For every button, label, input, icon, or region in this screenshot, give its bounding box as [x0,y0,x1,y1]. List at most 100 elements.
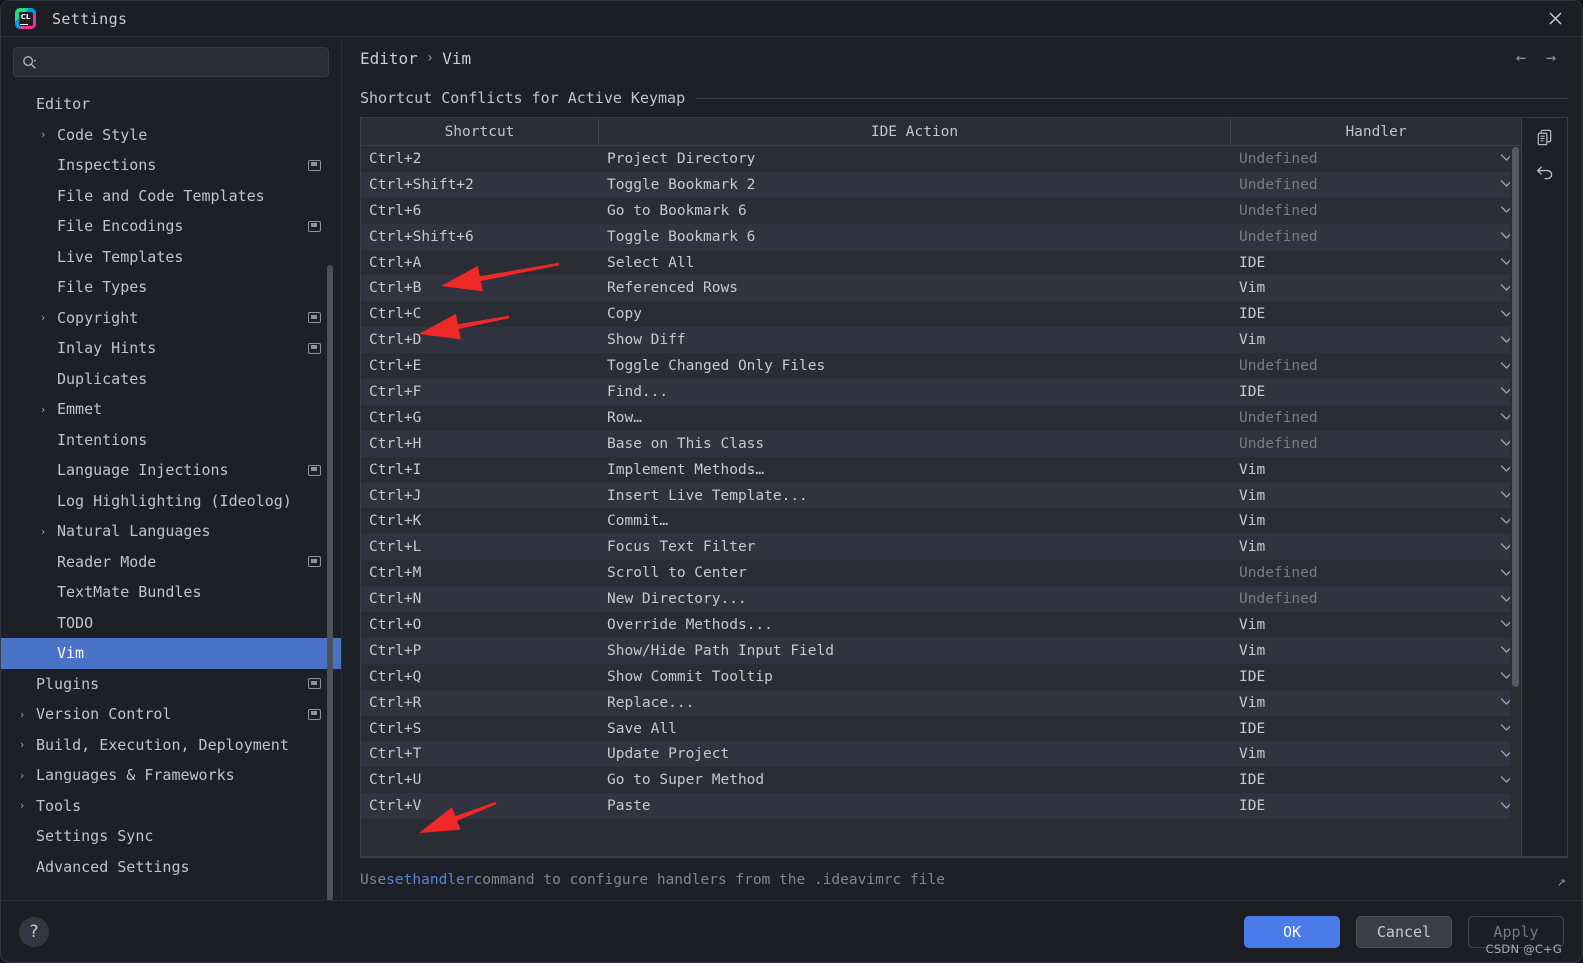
cell-handler[interactable]: Undefined [1231,358,1521,374]
sethandler-link[interactable]: sethandler [386,872,473,888]
chevron-right-icon[interactable]: › [33,525,53,538]
sidebar-item-duplicates[interactable]: ›Duplicates [1,364,341,395]
chevron-right-icon[interactable]: › [12,738,32,751]
cell-handler[interactable]: IDE [1231,669,1521,685]
cell-handler[interactable]: IDE [1231,772,1521,788]
sidebar-item-copyright[interactable]: › Copyright [1,303,341,334]
table-scrollbar-thumb[interactable] [1512,147,1519,687]
sidebar-item-plugins[interactable]: ›Plugins [1,669,341,700]
table-row[interactable]: Ctrl+E Toggle Changed Only Files Undefined [361,353,1521,380]
table-row[interactable]: Ctrl+Q Show Commit Tooltip IDE [361,663,1521,690]
sidebar-item-tools[interactable]: › Tools [1,791,341,822]
sidebar-item-file-types[interactable]: ›File Types [1,272,341,303]
table-row[interactable]: Ctrl+S Save All IDE [361,715,1521,742]
table-row[interactable]: Ctrl+F Find... IDE [361,379,1521,405]
sidebar-item-reader-mode[interactable]: ›Reader Mode [1,547,341,578]
table-row[interactable]: Ctrl+V Paste IDE [361,793,1521,820]
sidebar-item-inlay-hints[interactable]: ›Inlay Hints [1,333,341,364]
table-row[interactable]: Ctrl+T Update Project Vim [361,741,1521,768]
sidebar-item-version-control[interactable]: › Version Control [1,699,341,730]
table-row[interactable]: Ctrl+U Go to Super Method IDE [361,767,1521,794]
sidebar-item-log-highlighting-ideolog[interactable]: ›Log Highlighting (Ideolog) [1,486,341,517]
copy-icon[interactable] [1528,122,1562,152]
cell-handler[interactable]: Undefined [1231,436,1521,452]
cell-handler[interactable]: Vim [1231,332,1521,348]
cell-handler[interactable]: Vim [1231,280,1521,296]
table-row[interactable]: Ctrl+K Commit… Vim [361,508,1521,535]
chevron-right-icon[interactable]: › [33,128,53,141]
table-row[interactable]: Ctrl+B Referenced Rows Vim [361,275,1521,302]
table-row[interactable]: Ctrl+Shift+6 Toggle Bookmark 6 Undefined [361,223,1521,250]
sidebar-item-vim[interactable]: ›Vim [1,638,341,669]
table-row[interactable]: Ctrl+C Copy IDE [361,301,1521,328]
table-row[interactable]: Ctrl+H Base on This Class Undefined [361,430,1521,457]
table-row[interactable]: Ctrl+6 Go to Bookmark 6 Undefined [361,197,1521,224]
cell-handler[interactable]: Vim [1231,539,1521,555]
expand-icon[interactable]: ↗ [1557,872,1566,890]
table-row[interactable]: Ctrl+A Select All IDE [361,249,1521,276]
sidebar-item-emmet[interactable]: › Emmet [1,394,341,425]
table-row[interactable]: Ctrl+G Row… Undefined [361,404,1521,431]
column-header-shortcut[interactable]: Shortcut [361,118,599,145]
sidebar-item-natural-languages[interactable]: › Natural Languages [1,516,341,547]
table-row[interactable]: Ctrl+Shift+2 Toggle Bookmark 2 Undefined [361,171,1521,198]
cell-handler[interactable]: Undefined [1231,591,1521,607]
table-row[interactable]: Ctrl+J Insert Live Template... Vim [361,482,1521,509]
cell-handler[interactable]: Vim [1231,643,1521,659]
chevron-right-icon[interactable]: › [12,769,32,782]
cell-handler[interactable]: Vim [1231,488,1521,504]
sidebar-item-file-encodings[interactable]: ›File Encodings [1,211,341,242]
sidebar-item-intentions[interactable]: ›Intentions [1,425,341,456]
help-icon[interactable]: ? [19,916,49,947]
sidebar-item-settings-sync[interactable]: ›Settings Sync [1,821,341,852]
sidebar-item-build-execution-deployment[interactable]: › Build, Execution, Deployment [1,730,341,761]
revert-icon[interactable] [1528,156,1562,186]
cell-handler[interactable]: Vim [1231,513,1521,529]
cancel-button[interactable]: Cancel [1356,915,1452,948]
table-scrollbar[interactable] [1510,146,1521,856]
sidebar-item-textmate-bundles[interactable]: ›TextMate Bundles [1,577,341,608]
close-icon[interactable] [1538,5,1572,33]
chevron-right-icon[interactable]: › [33,403,53,416]
sidebar-item-advanced-settings[interactable]: ›Advanced Settings [1,852,341,883]
table-row[interactable]: Ctrl+2 Project Directory Undefined [361,146,1521,172]
cell-handler[interactable]: IDE [1231,306,1521,322]
cell-handler[interactable]: IDE [1231,721,1521,737]
sidebar-item-live-templates[interactable]: ›Live Templates [1,242,341,273]
column-header-handler[interactable]: Handler [1231,119,1521,145]
chevron-right-icon[interactable]: › [12,799,32,812]
cell-handler[interactable]: Vim [1231,695,1521,711]
cell-handler[interactable]: Undefined [1231,151,1521,167]
cell-handler[interactable]: Undefined [1231,229,1521,245]
sidebar-item-file-and-code-templates[interactable]: ›File and Code Templates [1,181,341,212]
sidebar-scrollbar[interactable] [327,265,333,925]
sidebar-item-language-injections[interactable]: ›Language Injections [1,455,341,486]
cell-handler[interactable]: Undefined [1231,410,1521,426]
cell-handler[interactable]: Vim [1231,746,1521,762]
sidebar-item-todo[interactable]: ›TODO [1,608,341,639]
cell-handler[interactable]: Undefined [1231,203,1521,219]
sidebar-item-code-style[interactable]: › Code Style [1,120,341,151]
sidebar-root-editor[interactable]: Editor [1,89,341,120]
table-row[interactable]: Ctrl+R Replace... Vim [361,689,1521,716]
search-box[interactable] [13,47,329,77]
search-input[interactable] [43,54,320,70]
table-row[interactable]: Ctrl+O Override Methods... Vim [361,612,1521,638]
table-row[interactable]: Ctrl+D Show Diff Vim [361,327,1521,354]
sidebar-item-inspections[interactable]: ›Inspections [1,150,341,181]
cell-handler[interactable]: Vim [1231,617,1521,633]
table-row[interactable]: Ctrl+I Implement Methods… Vim [361,456,1521,483]
column-header-ide-action[interactable]: IDE Action [599,118,1231,145]
arrow-right-icon[interactable]: → [1536,45,1566,71]
chevron-right-icon[interactable]: › [33,311,53,324]
cell-handler[interactable]: IDE [1231,384,1521,400]
arrow-left-icon[interactable]: ← [1506,45,1536,71]
cell-handler[interactable]: Vim [1231,462,1521,478]
cell-handler[interactable]: IDE [1231,255,1521,271]
ok-button[interactable]: OK [1244,915,1340,948]
table-row[interactable]: Ctrl+N New Directory... Undefined [361,586,1521,613]
cell-handler[interactable]: IDE [1231,798,1521,814]
cell-handler[interactable]: Undefined [1231,565,1521,581]
sidebar-item-languages-frameworks[interactable]: › Languages & Frameworks [1,760,341,791]
cell-handler[interactable]: Undefined [1231,177,1521,193]
